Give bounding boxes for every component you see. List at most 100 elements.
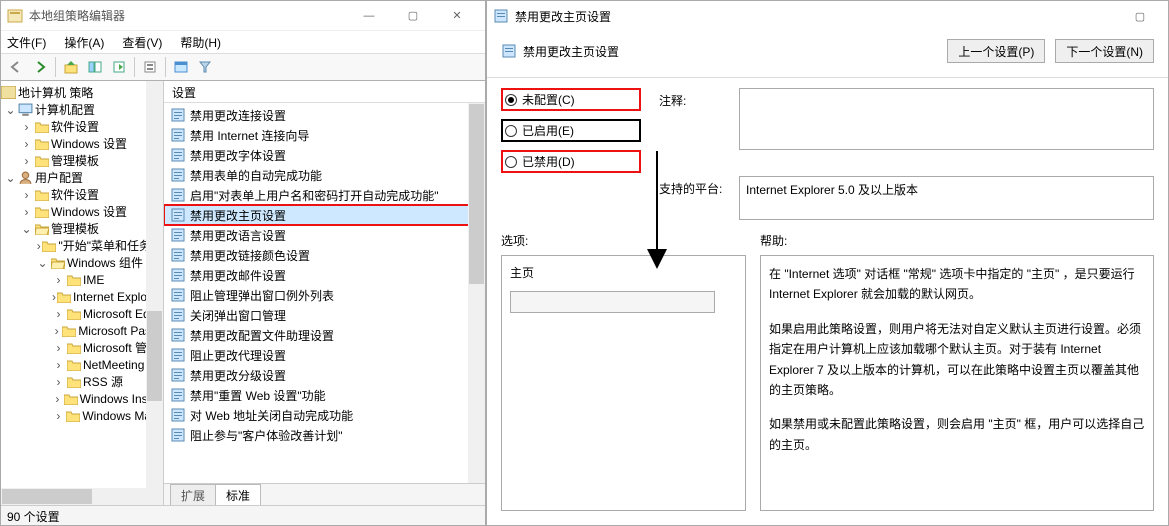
expand-icon[interactable]: ›	[19, 206, 34, 218]
tree-cc-software[interactable]: ›软件设置	[1, 118, 163, 135]
list-row[interactable]: 禁用更改配置文件助理设置	[164, 325, 485, 345]
expand-icon[interactable]: ›	[51, 308, 66, 320]
scroll-thumb[interactable]	[469, 104, 484, 284]
tree-rss[interactable]: ›RSS 源	[1, 373, 163, 390]
tree-win-components[interactable]: ⌄Windows 组件	[1, 254, 163, 271]
list-row[interactable]: 阻止管理弹出窗口例外列表	[164, 285, 485, 305]
list-column-header[interactable]: 设置	[164, 81, 485, 103]
radio-disabled[interactable]: 已禁用(D)	[501, 150, 641, 173]
tree-computer-config[interactable]: ⌄计算机配置	[1, 101, 163, 118]
tree-label: 用户配置	[35, 169, 83, 186]
list-vertical-scrollbar[interactable]	[468, 103, 485, 483]
help-column: 帮助: 在 "Internet 选项" 对话框 "常规" 选项卡中指定的 "主页…	[760, 232, 1154, 511]
list-row[interactable]: 禁用更改主页设置	[164, 205, 485, 225]
menu-action[interactable]: 操作(A)	[62, 32, 106, 53]
menu-file[interactable]: 文件(F)	[5, 32, 48, 53]
tree-passport[interactable]: ›Microsoft Pas…	[1, 322, 163, 339]
expand-icon[interactable]: ›	[51, 325, 62, 337]
menu-view[interactable]: 查看(V)	[120, 32, 164, 53]
refresh-button[interactable]	[170, 56, 192, 78]
maximize-button[interactable]: ▢	[1118, 2, 1162, 30]
expand-icon[interactable]: ›	[51, 410, 66, 422]
list-row[interactable]: 禁用更改字体设置	[164, 145, 485, 165]
tree-vertical-scrollbar[interactable]	[146, 81, 163, 488]
tree-uc-windows[interactable]: ›Windows 设置	[1, 203, 163, 220]
list-row[interactable]: 禁用表单的自动完成功能	[164, 165, 485, 185]
export-button[interactable]	[108, 56, 130, 78]
tree-uc-templates[interactable]: ⌄管理模板	[1, 220, 163, 237]
tree-win-inst[interactable]: ›Windows Inst…	[1, 390, 163, 407]
up-button[interactable]	[60, 56, 82, 78]
radio-enabled[interactable]: 已启用(E)	[501, 119, 641, 142]
expand-icon[interactable]: ›	[51, 393, 64, 405]
prev-setting-button[interactable]: 上一个设置(P)	[947, 39, 1045, 63]
collapse-icon[interactable]: ⌄	[35, 257, 50, 269]
expand-icon[interactable]: ›	[35, 240, 42, 252]
tree-root[interactable]: 地计算机 策略	[1, 84, 163, 101]
tree-uc-software[interactable]: ›软件设置	[1, 186, 163, 203]
folder-open-icon	[34, 222, 49, 236]
scroll-thumb[interactable]	[2, 489, 92, 504]
show-hide-tree-button[interactable]	[84, 56, 106, 78]
tree-cc-windows[interactable]: ›Windows 设置	[1, 135, 163, 152]
minimize-button[interactable]: —	[347, 2, 391, 30]
list-row[interactable]: 关闭弹出窗口管理	[164, 305, 485, 325]
expand-icon[interactable]: ›	[19, 121, 34, 133]
expand-icon[interactable]: ›	[19, 138, 34, 150]
close-button[interactable]: ✕	[435, 2, 479, 30]
list-row[interactable]: 禁用 Internet 连接向导	[164, 125, 485, 145]
folder-icon	[66, 358, 81, 372]
list-row[interactable]: 对 Web 地址关闭自动完成功能	[164, 405, 485, 425]
tab-extended[interactable]: 扩展	[170, 484, 216, 505]
tree-user-config[interactable]: ⌄ 用户配置	[1, 169, 163, 186]
gpedit-tree[interactable]: 地计算机 策略 ⌄计算机配置 ›软件设置 ›Windows 设置 ›管理模板 ⌄…	[1, 81, 164, 505]
list-row[interactable]: 阻止参与"客户体验改善计划"	[164, 425, 485, 445]
tree-ms-mgmt[interactable]: ›Microsoft 管…	[1, 339, 163, 356]
list-row[interactable]: 禁用更改链接颜色设置	[164, 245, 485, 265]
list-row[interactable]: 禁用更改邮件设置	[164, 265, 485, 285]
folder-icon	[42, 239, 56, 253]
list-row[interactable]: 禁用更改连接设置	[164, 105, 485, 125]
collapse-icon[interactable]: ⌄	[19, 223, 34, 235]
list-row[interactable]: 启用"对表单上用户名和密码打开自动完成功能"	[164, 185, 485, 205]
radio-not-configured[interactable]: 未配置(C)	[501, 88, 641, 111]
expand-icon[interactable]: ›	[19, 155, 34, 167]
filter-button[interactable]	[194, 56, 216, 78]
forward-button[interactable]	[29, 56, 51, 78]
next-setting-button[interactable]: 下一个设置(N)	[1055, 39, 1154, 63]
folder-icon	[34, 137, 49, 151]
expand-icon[interactable]: ›	[51, 376, 66, 388]
tree-horizontal-scrollbar[interactable]	[1, 488, 163, 505]
tab-standard[interactable]: 标准	[215, 484, 261, 505]
homepage-input[interactable]	[510, 291, 715, 313]
folder-icon	[34, 120, 49, 134]
expand-icon[interactable]: ›	[19, 189, 34, 201]
list-row-label: 禁用更改分级设置	[190, 367, 286, 384]
tree-ie[interactable]: ›Internet Explor…	[1, 288, 163, 305]
scroll-thumb[interactable]	[147, 311, 162, 401]
tree-cc-templates[interactable]: ›管理模板	[1, 152, 163, 169]
tree-win-mail[interactable]: ›Windows Ma…	[1, 407, 163, 424]
list-row[interactable]: 禁用"重置 Web 设置"功能	[164, 385, 485, 405]
tree-netmeeting[interactable]: › NetMeeting	[1, 356, 163, 373]
setting-icon	[170, 187, 186, 203]
list-body: 禁用更改连接设置禁用 Internet 连接向导禁用更改字体设置禁用表单的自动完…	[164, 103, 485, 483]
comment-label: 注释:	[659, 88, 739, 109]
expand-icon[interactable]: ›	[51, 359, 66, 371]
collapse-icon[interactable]: ⌄	[3, 104, 18, 116]
expand-icon[interactable]: ›	[51, 274, 66, 286]
tree-label: NetMeeting	[83, 358, 144, 372]
expand-icon[interactable]: ›	[51, 342, 66, 354]
tree-edge[interactable]: ›Microsoft Ed…	[1, 305, 163, 322]
list-row[interactable]: 禁用更改分级设置	[164, 365, 485, 385]
collapse-icon[interactable]: ⌄	[3, 172, 18, 184]
maximize-button[interactable]: ▢	[391, 2, 435, 30]
list-row[interactable]: 禁用更改语言设置	[164, 225, 485, 245]
tree-ime[interactable]: ›IME	[1, 271, 163, 288]
comment-textarea[interactable]	[739, 88, 1154, 150]
menu-help[interactable]: 帮助(H)	[178, 32, 223, 53]
tree-start-menu[interactable]: ›"开始"菜单和任务…	[1, 237, 163, 254]
list-row[interactable]: 阻止更改代理设置	[164, 345, 485, 365]
back-button[interactable]	[5, 56, 27, 78]
properties-button[interactable]	[139, 56, 161, 78]
